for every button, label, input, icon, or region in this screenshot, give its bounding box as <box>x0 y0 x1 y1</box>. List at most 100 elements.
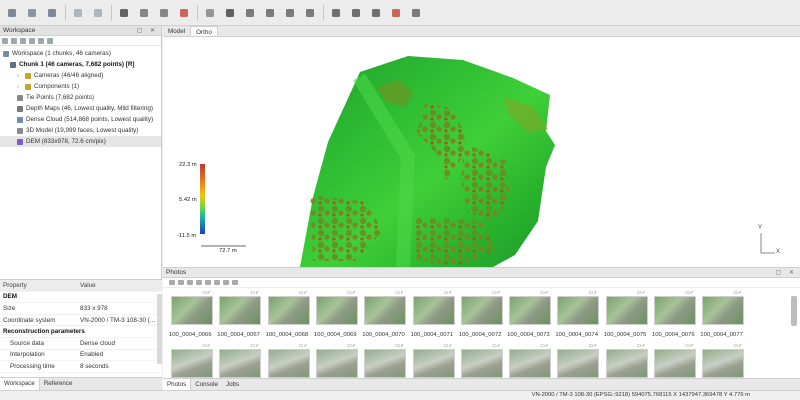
thumbnail-status-icon: ▭✓ <box>685 290 694 296</box>
add-chunk-icon[interactable] <box>2 37 8 44</box>
navigation-icon[interactable] <box>328 5 344 21</box>
new-project-icon[interactable] <box>4 5 20 21</box>
property-row: Processing time 8 seconds <box>0 361 162 373</box>
property-key: DEM <box>3 293 17 301</box>
select-icon[interactable] <box>116 5 132 21</box>
expand-arrow-icon[interactable]: › <box>17 84 23 90</box>
enable-icon[interactable] <box>29 37 35 44</box>
photo-thumbnail[interactable] <box>315 296 358 325</box>
tree-item[interactable]: 3D Model (19,999 faces, Lowest quality) <box>0 125 161 136</box>
photo-thumbnail[interactable] <box>267 349 310 378</box>
photo-caption: 100_0004_0077 <box>700 332 743 338</box>
palette-icon[interactable] <box>408 5 424 21</box>
photo-thumbnail[interactable] <box>460 349 503 378</box>
panel-controls[interactable]: ▢ ✕ <box>137 27 158 34</box>
tab-workspace[interactable]: Workspace <box>0 378 40 390</box>
property-row: Source data Dense cloud <box>0 338 162 350</box>
elevation-color-bar <box>200 164 205 234</box>
photo-caption: 100_0004_0073 <box>507 332 550 338</box>
tab-ortho[interactable]: Ortho <box>190 26 218 36</box>
tree-item[interactable]: Depth Maps (46, Lowest quality, Mild fil… <box>0 103 161 114</box>
photo-tool-icon[interactable] <box>187 280 193 285</box>
property-key: Processing time <box>10 362 55 370</box>
thumbnail-status-icon: ▭✓ <box>491 290 501 296</box>
tab-jobs[interactable]: Jobs <box>222 379 243 390</box>
tie-points-icon <box>17 94 23 101</box>
photo-thumbnail[interactable] <box>412 296 455 325</box>
tree-item[interactable]: Workspace (1 chunks, 46 cameras) <box>0 48 161 59</box>
tree-item[interactable]: DEM (833x978, 72.6 cm/pix) <box>0 136 161 147</box>
photo-tool-icon[interactable] <box>169 280 175 285</box>
tree-item[interactable]: Dense Cloud (514,868 points, Lowest qual… <box>0 114 161 125</box>
remove-icon[interactable] <box>20 37 26 44</box>
photo-thumbnail[interactable] <box>605 296 648 325</box>
zoom-in-icon[interactable] <box>262 5 278 21</box>
orthophoto-icon[interactable] <box>388 5 404 21</box>
photo-thumbnail[interactable] <box>557 296 600 325</box>
disable-icon[interactable] <box>38 37 44 44</box>
tree-item[interactable]: Tie Points (7,682 points) <box>0 92 161 103</box>
shading-icon[interactable] <box>222 5 238 21</box>
photo-tool-icon[interactable] <box>196 280 202 285</box>
photo-thumbnail[interactable] <box>219 296 262 325</box>
photo-thumbnail[interactable] <box>315 349 358 378</box>
reset-view-icon[interactable] <box>202 5 218 21</box>
photo-thumbnail[interactable] <box>557 349 600 378</box>
legend-max-label: 22.3 m <box>179 162 197 168</box>
rectangle-select-icon[interactable] <box>136 5 152 21</box>
y-axis-label: Y <box>758 225 763 231</box>
photo-caption: 100_0004_0068 <box>265 332 309 338</box>
photo-thumbnail[interactable] <box>509 349 552 378</box>
tab-photos[interactable]: Photos <box>163 379 192 390</box>
tree-item[interactable]: Chunk 1 (46 cameras, 7,682 points) [R] <box>0 59 161 70</box>
photo-tool-icon[interactable] <box>178 280 184 285</box>
view-mode-icon[interactable] <box>232 280 238 285</box>
photo-thumbnail[interactable] <box>364 349 407 378</box>
undo-icon[interactable] <box>70 5 86 21</box>
tab-console[interactable]: Console <box>191 379 222 390</box>
tree-item[interactable]: › Components (1) <box>0 81 161 92</box>
photo-thumbnail[interactable] <box>267 296 310 325</box>
properties-panel: Property Value DEM Size 833 x 978 Coordinat… <box>0 279 162 377</box>
capture-icon[interactable] <box>368 5 384 21</box>
cameras-icon <box>25 72 31 79</box>
open-icon[interactable] <box>24 5 40 21</box>
photo-thumbnail[interactable] <box>460 296 503 325</box>
add-photos-icon[interactable] <box>11 37 17 44</box>
photo-thumbnail[interactable] <box>605 349 648 378</box>
tab-model[interactable]: Model <box>163 26 190 36</box>
photo-thumbnail[interactable] <box>171 296 213 325</box>
photo-thumbnail[interactable] <box>654 349 696 378</box>
ortho-view[interactable]: 22.3 m 5.42 m -11.5 m 72.7 m Y X <box>163 37 800 267</box>
tree-item[interactable]: › Cameras (46/46 aligned) <box>0 70 161 81</box>
zoom-out-icon[interactable] <box>282 5 298 21</box>
photo-thumbnail[interactable] <box>702 296 745 325</box>
properties-scrollbar[interactable] <box>157 294 162 364</box>
thumbnail-status-icon: ▭✓ <box>250 290 260 296</box>
photo-thumbnail[interactable] <box>702 349 745 378</box>
brush-icon[interactable] <box>176 5 192 21</box>
photo-thumbnail[interactable] <box>219 349 262 378</box>
photo-thumbnail[interactable] <box>509 296 552 325</box>
delete-icon[interactable] <box>47 37 53 44</box>
ruler-icon[interactable] <box>156 5 172 21</box>
photo-tool-icon[interactable] <box>205 280 211 285</box>
rotate-icon[interactable] <box>242 5 258 21</box>
photo-thumbnail[interactable] <box>171 349 213 378</box>
photo-thumbnail[interactable] <box>412 349 455 378</box>
photo-thumbnail[interactable] <box>364 296 407 325</box>
photo-tool-icon[interactable] <box>214 280 220 285</box>
redo-icon[interactable] <box>90 5 106 21</box>
grid-icon[interactable] <box>348 5 364 21</box>
photos-panel-controls[interactable]: ▢ ✕ <box>776 269 797 276</box>
photo-tool-icon[interactable] <box>223 280 229 285</box>
expand-arrow-icon[interactable]: › <box>17 73 23 79</box>
save-icon[interactable] <box>44 5 60 21</box>
tab-reference[interactable]: Reference <box>40 378 77 390</box>
legend-mid-label: 5.42 m <box>179 197 197 203</box>
dem-viewport[interactable] <box>163 37 800 267</box>
photo-thumbnail[interactable] <box>654 296 696 325</box>
photos-scrollbar[interactable] <box>791 296 797 326</box>
move-icon[interactable] <box>302 5 318 21</box>
workspace-tree: Workspace (1 chunks, 46 cameras) Chunk 1 … <box>0 46 161 147</box>
